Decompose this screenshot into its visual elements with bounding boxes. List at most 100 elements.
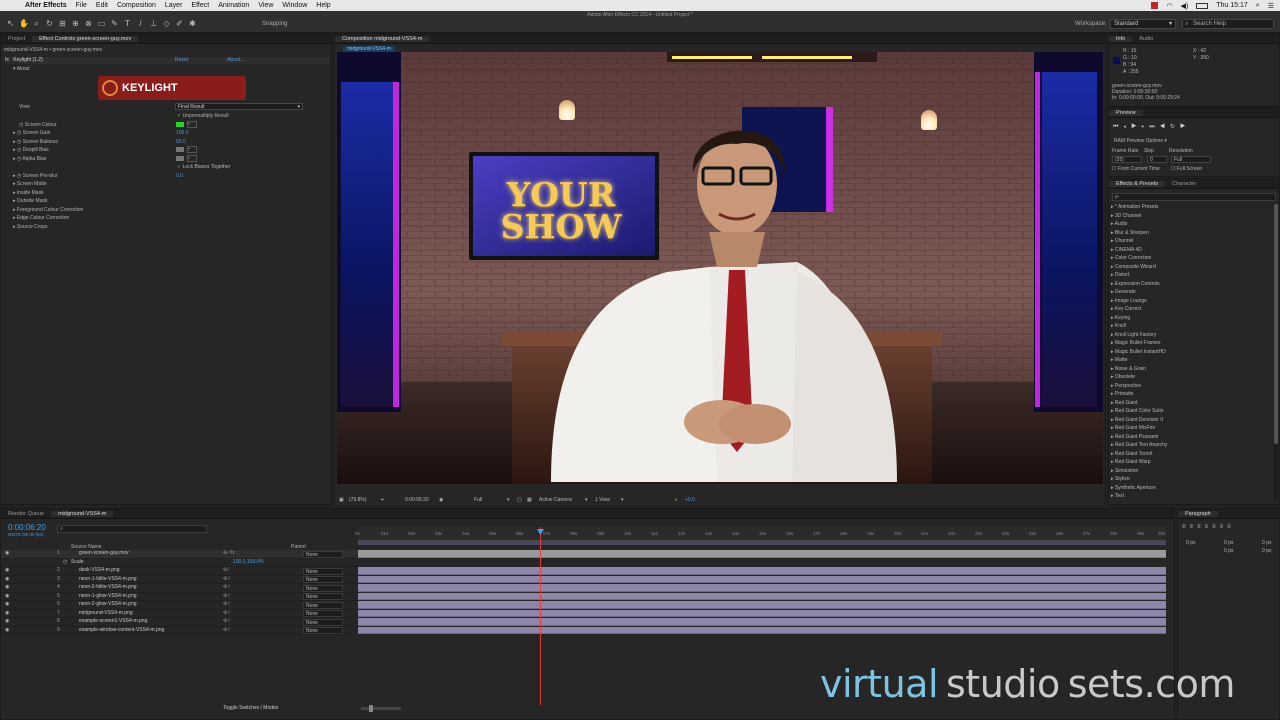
effect-category[interactable]: ▸ 3D Channel [1111,213,1141,219]
align-left-icon[interactable]: ≡ [1182,524,1190,530]
menu-effect[interactable]: Effect [191,2,209,9]
puppet-tool-icon[interactable]: ✱ [188,19,197,28]
orbit-tool-icon[interactable]: ⊕ [71,19,80,28]
justify-all-icon[interactable]: ≡ [1227,524,1235,530]
effects-scrollbar[interactable] [1274,204,1278,500]
fx-icon[interactable]: fx [5,57,9,63]
space-before-value[interactable]: 0 px [1224,548,1233,554]
justify-last-left-icon[interactable]: ≡ [1205,524,1213,530]
layer-row[interactable]: ◉ 4 neon-2-hilite-VSS4-m.png ✣ ⁄ None [1,584,357,593]
first-frame-icon[interactable]: ⏮ [1113,124,1123,130]
effect-category[interactable]: ▸ Distort [1111,272,1129,278]
layer-switches[interactable]: ✣ ⁄ fx [223,550,235,556]
prop-screen-gain[interactable]: ▸ ◷ Screen Gain [13,130,50,136]
layer-row[interactable]: ◉ 5 neon-1-glow-VSS4-m.png ✣ ⁄ None [1,593,357,601]
menu-help[interactable]: Help [316,2,330,9]
zoom-select[interactable]: (79.8%) [349,496,367,505]
effect-category[interactable]: ▸ Image Lounge [1111,298,1147,304]
effect-category[interactable]: ▸ Keying [1111,315,1130,321]
prop-alpha-bias[interactable]: ▸ ◷ Alpha Bias [13,156,46,162]
eyedropper-icon[interactable]: ⌐ [187,121,197,128]
visibility-icon[interactable]: ◉ [5,576,9,582]
brush-tool-icon[interactable]: / [136,19,145,28]
layer-switches[interactable]: ✣ ⁄ [223,584,229,590]
effect-category[interactable]: ▸ Text [1111,493,1124,499]
despill-swatch[interactable] [176,147,184,152]
prop-screen-colour[interactable]: ◷ Screen Colour [19,122,57,128]
visibility-icon[interactable]: ◉ [5,627,9,633]
visibility-icon[interactable]: ◉ [5,601,9,607]
current-time-indicator[interactable] [540,527,541,705]
indent-left-value[interactable]: 0 px [1186,540,1195,546]
camera-select[interactable]: Active Camera [539,496,572,505]
view-layout-select[interactable]: 1 View [595,496,610,505]
clone-tool-icon[interactable]: ⊥ [149,19,158,28]
exposure-icon[interactable]: ◐ [675,496,678,505]
effect-category[interactable]: ▸ Magic Bullet InstantHD [1111,349,1166,355]
zoom-slider[interactable] [361,705,401,712]
layer-duration-bar[interactable] [358,550,1166,558]
tab-effect-controls[interactable]: Effect Controls green-screen-guy.mov [32,35,139,42]
effect-category[interactable]: ▸ Expression Controls [1111,281,1160,287]
layer-duration-bar[interactable] [358,584,1166,592]
effect-header[interactable]: fx Keylight (1.2) Reset About... [5,57,329,64]
selection-tool-icon[interactable]: ↖ [6,19,15,28]
layer-row[interactable]: ◉ 1 green-screen-guy.mov ✣ ⁄ fx None [1,550,357,559]
layer-property-row[interactable]: ◷ Scale 100.0,100.0% [1,559,357,567]
group-outside-mask[interactable]: ▸ Outside Mask [13,198,47,204]
parent-select[interactable]: None [303,610,343,617]
roto-brush-icon[interactable]: ✐ [175,19,184,28]
layer-row[interactable]: ◉ 9 example-window-content-VSS4-m.png ✣ ⁄ No… [1,627,357,635]
indent-right-value[interactable]: 0 px [1224,540,1233,546]
effect-category[interactable]: ▸ Red Giant Color Suite [1111,408,1164,414]
prop-screen-pre-blur[interactable]: ▸ ◷ Screen Pre-blur [13,173,58,179]
layer-duration-bar[interactable] [358,626,1166,634]
prop-screen-balance[interactable]: ▸ ◷ Screen Balance [13,139,58,145]
from-current-time-checkbox[interactable]: ☐ From Current Time [1112,166,1160,172]
last-frame-icon[interactable]: ⏭ [1149,124,1159,130]
tab-project[interactable]: Project [1,36,32,42]
full-screen-checkbox[interactable]: ☐ Full Screen [1171,166,1202,172]
prev-frame-icon[interactable]: ◂ [1123,124,1131,130]
layer-duration-bar[interactable] [358,567,1166,575]
scrollbar-thumb[interactable] [1274,204,1278,444]
camera-tool-icon[interactable]: ⊞ [58,19,67,28]
rectangle-tool-icon[interactable]: ▭ [97,19,106,28]
ram-preview-options[interactable]: RAM Preview Options ▾ [1114,138,1167,144]
effect-category[interactable]: ▸ * Animation Presets [1111,204,1159,210]
tab-info[interactable]: Info [1109,35,1133,42]
indent-first-value[interactable]: 0 px [1262,540,1271,546]
parent-select[interactable]: None [303,550,343,558]
scale-value[interactable]: 100.0,100.0% [233,559,264,565]
effect-category[interactable]: ▸ Simulation [1111,468,1138,474]
parent-select[interactable]: None [303,576,343,583]
justify-last-right-icon[interactable]: ≡ [1220,524,1228,530]
layer-duration-bar[interactable] [358,575,1166,583]
menu-view[interactable]: View [258,2,273,9]
effect-category[interactable]: ▸ Red Giant ToonIt [1111,451,1152,457]
current-timecode[interactable]: 0:00:06:20 [8,523,46,532]
parent-select[interactable]: None [303,618,343,626]
screen-balance-value[interactable]: 50.0 [176,139,186,145]
visibility-icon[interactable]: ◉ [5,610,9,616]
effect-category[interactable]: ▸ Synthetic Aperture [1111,485,1156,491]
menu-window[interactable]: Window [282,2,307,9]
tab-render-queue[interactable]: Render Queue [1,511,51,517]
about-link[interactable]: About... [227,57,244,63]
effects-search-input[interactable]: ρ- [1112,193,1276,201]
layer-duration-bar[interactable] [358,609,1166,617]
effect-category[interactable]: ▸ Noise & Grain [1111,366,1146,372]
tab-timeline-comp[interactable]: midground-VSS4-m [51,510,114,517]
screen-pre-blur-value[interactable]: 0.0 [176,173,183,179]
preview-resolution-select[interactable]: Full [1171,156,1211,163]
effect-category[interactable]: ▸ Red Giant Denoiser II [1111,417,1163,423]
snapshot-icon[interactable]: ⌖ [381,496,384,505]
visibility-icon[interactable]: ◉ [5,584,9,590]
eyedropper-icon[interactable]: ⌐ [187,146,197,153]
menu-animation[interactable]: Animation [218,2,249,9]
layer-duration-bar[interactable] [358,601,1166,609]
layer-row[interactable]: ◉ 8 example-screen1-VSS4-m.png ✣ ⁄ None [1,618,357,627]
eyedropper-icon[interactable]: ⌐ [187,155,197,162]
menu-composition[interactable]: Composition [117,2,156,9]
layer-switches[interactable]: ✣ ⁄ [223,593,229,599]
